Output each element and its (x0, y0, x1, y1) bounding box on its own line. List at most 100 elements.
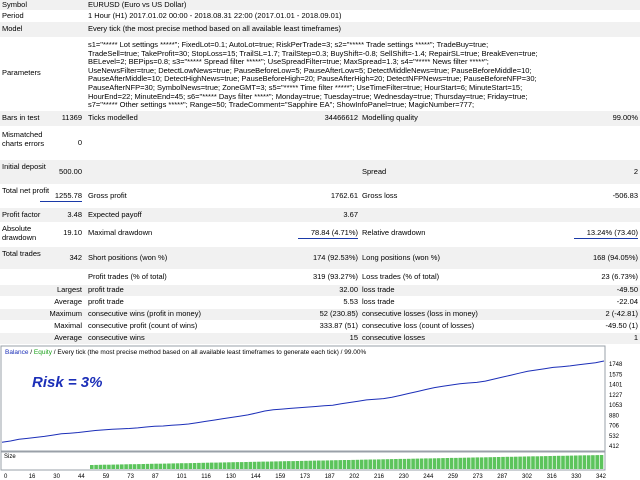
size-bar (479, 457, 484, 469)
size-bar (338, 460, 342, 469)
size-bar (124, 464, 128, 469)
size-bar (398, 458, 402, 469)
max-dd-value: 78.84 (4.71%) (298, 228, 358, 239)
x-tick-label: 144 (251, 474, 262, 480)
size-bar (407, 458, 411, 469)
short-value: 174 (92.53%) (312, 253, 358, 262)
maximal-row: Maximal consecutive profit (count of win… (0, 321, 640, 332)
x-tick-label: 87 (152, 474, 159, 480)
size-bar (526, 456, 531, 469)
bars-row: Bars in test 11369 Ticks modelled 344666… (0, 111, 640, 126)
bars-value: 11369 (61, 113, 82, 122)
size-bar (501, 456, 505, 469)
size-bar (299, 460, 304, 469)
size-bar (214, 462, 218, 469)
x-tick-label: 302 (522, 474, 533, 480)
size-bar (591, 455, 595, 469)
size-bar (462, 457, 467, 469)
mcw-label: consecutive wins (profit in money) (88, 309, 201, 318)
size-bar (317, 460, 321, 469)
total-value: 342 (69, 253, 82, 262)
mclc-label: consecutive loss (count of losses) (362, 321, 475, 330)
x-tick-label: 316 (547, 474, 558, 480)
size-bar (231, 462, 235, 469)
mcp-label: consecutive profit (count of wins) (88, 321, 198, 330)
model-value: Every tick (the most precise method base… (88, 24, 342, 33)
size-bar (154, 463, 158, 469)
dd-row: Absolute drawdown 19.10 Maximal drawdown… (0, 223, 640, 246)
size-bar (394, 459, 398, 469)
size-bar (107, 464, 111, 469)
average-row: Average profit trade 5.53 loss trade -22… (0, 297, 640, 308)
size-bar (244, 462, 248, 469)
size-bar (535, 456, 540, 469)
size-bar (132, 464, 137, 469)
size-bar (454, 457, 458, 469)
size-bar (171, 463, 175, 469)
y-tick-label: 880 (609, 413, 620, 419)
net-value: 1255.78 (40, 191, 82, 202)
x-tick-label: 259 (448, 474, 459, 480)
mcp-value: 333.87 (51) (319, 321, 358, 330)
size-bar (359, 459, 364, 469)
x-tick-label: 59 (103, 474, 110, 480)
size-bar (291, 461, 295, 469)
payoff-value: 3.67 (343, 210, 358, 219)
size-bar (137, 464, 141, 469)
total-row: Total trades 342 Short positions (won %)… (0, 247, 640, 269)
size-bar (552, 455, 557, 469)
legend-description: / Every tick (the most precise method ba… (52, 349, 367, 356)
mclc-value: -49.50 (1) (605, 321, 638, 330)
size-bar (184, 463, 188, 469)
size-bar (522, 456, 527, 469)
y-tick-label: 532 (609, 434, 620, 440)
size-bar (179, 463, 184, 469)
size-bar (428, 458, 432, 469)
deposit-value: 500.00 (59, 167, 82, 176)
symbol-value: EURUSD (Euro vs US Dollar) (88, 0, 187, 9)
gross-loss-value: -506.83 (612, 191, 638, 200)
lt-label: Loss trades (% of total) (362, 272, 440, 281)
size-bar (325, 460, 330, 469)
size-bar (248, 461, 253, 469)
size-bar (115, 464, 120, 469)
x-tick-label: 101 (177, 474, 188, 480)
size-bar (222, 462, 227, 469)
size-bar (574, 455, 578, 469)
size-bar (586, 455, 591, 469)
gross-profit-value: 1762.61 (330, 191, 358, 200)
size-bar (531, 456, 535, 469)
size-bar (111, 464, 115, 469)
size-bar (415, 458, 420, 469)
apt-label: profit trade (88, 297, 124, 306)
pf-row: Profit factor 3.48 Expected payoff 3.67 (0, 208, 640, 222)
size-bar (282, 461, 287, 469)
chart-legend: Balance / Equity / Every tick (the most … (5, 349, 367, 356)
abs-dd-value: 19.10 (63, 228, 82, 237)
size-bar (269, 461, 274, 469)
size-bar (471, 457, 475, 469)
size-bar (102, 464, 107, 469)
size-bar (466, 457, 471, 469)
size-bar (381, 459, 385, 469)
pf-value: 3.48 (67, 210, 82, 219)
size-label: Size (4, 454, 16, 460)
size-bar (334, 460, 338, 469)
y-tick-label: 412 (609, 444, 620, 450)
average-consec-row: Average consecutive wins 15 consecutive … (0, 333, 640, 344)
symbol-row: Symbol EURUSD (Euro vs US Dollar) (0, 0, 640, 10)
size-bar (514, 456, 518, 469)
parameters-text: s1="***** Lot settings *****"; FixedLot=… (88, 40, 636, 110)
payoff-label: Expected payoff (88, 210, 142, 219)
lpt-label: profit trade (88, 285, 124, 294)
size-bar (432, 458, 437, 469)
x-tick-label: 244 (423, 474, 434, 480)
size-bar (295, 461, 300, 469)
size-bar (548, 456, 552, 469)
size-bar (145, 463, 150, 469)
size-bar (355, 459, 360, 469)
size-bar (496, 457, 501, 469)
x-tick-label: 342 (596, 474, 607, 480)
size-bar (475, 457, 480, 469)
ticks-label: Ticks modelled (88, 113, 138, 122)
